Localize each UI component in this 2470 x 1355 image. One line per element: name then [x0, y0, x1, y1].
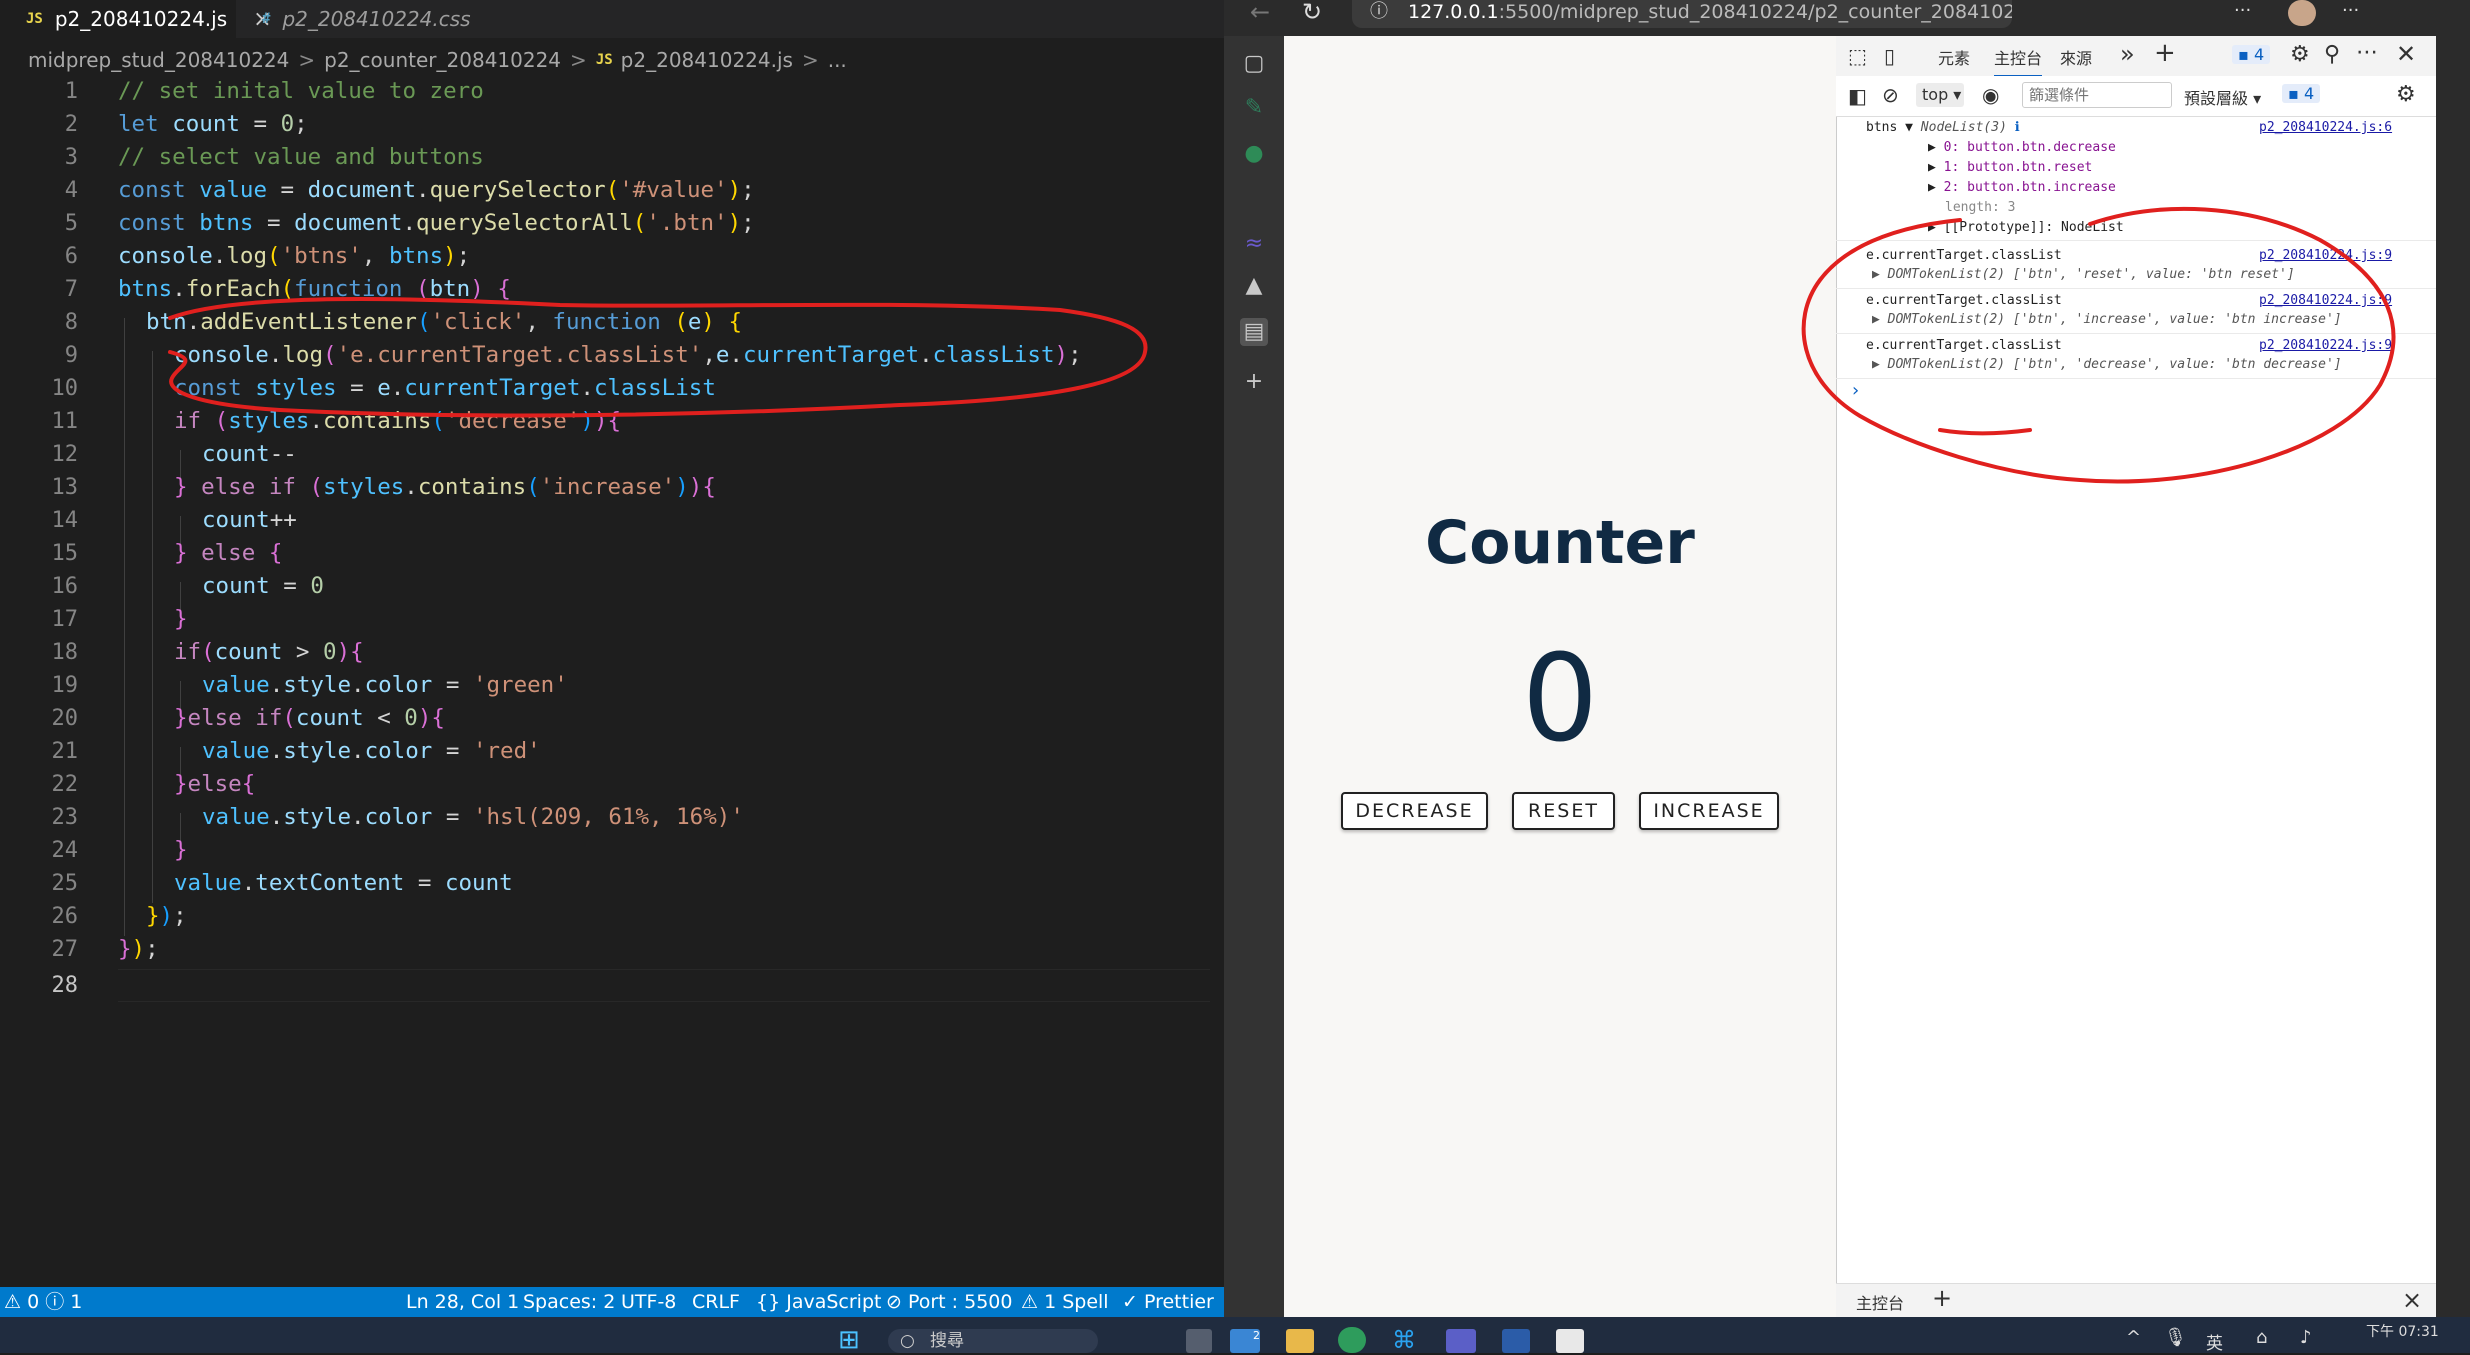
clear-console-icon[interactable]: ⊘ — [1882, 83, 1899, 107]
prettier-status[interactable]: ✓ Prettier — [1122, 1287, 1214, 1317]
status-bar: ⚠ 0 ⓘ 1 Ln 28, Col 1 Spaces: 2 UTF-8 CRL… — [0, 1287, 1224, 1317]
clock[interactable]: 下午 07:31 — [2366, 1321, 2439, 1341]
info-icon: ℹ — [2014, 120, 2020, 135]
indentation-setting[interactable]: Spaces: 2 — [523, 1287, 615, 1317]
nodelist-item[interactable]: ▶ 1: button.btn.reset — [1928, 160, 2092, 175]
avatar[interactable] — [2288, 0, 2316, 26]
extension-icon[interactable]: ✎ — [1240, 94, 1268, 122]
tab-console[interactable]: 主控台 — [1994, 45, 2043, 77]
close-icon[interactable]: ✕ — [2396, 40, 2416, 68]
item-index: 0: — [1943, 140, 1960, 155]
search-icon: ○ — [900, 1331, 915, 1351]
console-toolbar: ◧ ⊘ top ▾ ◉ 預設層級 ▾ ▪ 4 ⚙ — [1836, 76, 2436, 117]
item-index: 1: — [1943, 160, 1960, 175]
devtools-tab-bar: ⬚ ▯ 元素 主控台 來源 » + ▪ 4 ⚙ ⚲ ⋯ ✕ — [1836, 36, 2436, 77]
devtools-drawer-bar: 主控台 + × — [1836, 1283, 2436, 1320]
problems-indicator[interactable]: ⚠ 0 ⓘ 1 — [4, 1287, 82, 1317]
issues-badge[interactable]: ▪ 4 — [2232, 45, 2271, 64]
increase-button[interactable]: INCREASE — [1639, 792, 1779, 830]
tab-actions-icon[interactable]: ▢ — [1240, 50, 1268, 78]
page-title: Counter — [1425, 508, 1695, 578]
ime-indicator[interactable]: 英 — [2206, 1329, 2223, 1354]
spell-check-status[interactable]: ⚠ 1 Spell — [1021, 1287, 1109, 1317]
log-type: NodeList(3) — [1920, 120, 2007, 135]
windows-taskbar: ⊞ ○ 搜尋 2 ⌘ ^ 🎙 英 ⌂ ♪ 下午 07:31 — [0, 1317, 2470, 1354]
url-host: 127.0.0.1 — [1408, 1, 1499, 23]
app-icon[interactable] — [1186, 1329, 1212, 1353]
inspect-icon[interactable]: ⬚ — [1848, 44, 1867, 68]
edge-browser-icon[interactable] — [1338, 1327, 1366, 1353]
gear-icon[interactable]: ⚙ — [2396, 82, 2416, 107]
expand-icon[interactable]: ▼ — [1905, 120, 1913, 135]
extension-icon[interactable]: ≈ — [1240, 230, 1268, 258]
add-tab-icon[interactable]: + — [2154, 38, 2176, 68]
encoding-setting[interactable]: UTF-8 — [621, 1287, 676, 1317]
taskbar-search[interactable]: ○ 搜尋 — [888, 1329, 1098, 1353]
url-path: :5500/midprep_stud_208410224/p2_counter_… — [1498, 1, 2012, 23]
issues-count: 4 — [2303, 84, 2315, 103]
more-tabs-icon[interactable]: » — [2120, 40, 2135, 68]
log-levels-dropdown[interactable]: 預設層級 ▾ — [2184, 85, 2261, 109]
eye-icon[interactable]: ◉ — [1982, 83, 1999, 107]
issues-count: 4 — [2253, 45, 2265, 64]
folder-icon[interactable] — [1286, 1329, 1314, 1353]
word-icon[interactable] — [1502, 1329, 1530, 1353]
drawer-tab-console[interactable]: 主控台 — [1856, 1290, 1905, 1320]
annotation-ellipse-console — [1801, 206, 2396, 484]
log-label: btns — [1866, 120, 1898, 135]
share-icon[interactable]: ⚲ — [2324, 42, 2340, 67]
back-icon[interactable]: ← — [1250, 0, 1270, 26]
extension-icon[interactable]: ▲ — [1240, 272, 1268, 300]
site-info-icon[interactable]: ⓘ — [1370, 0, 1388, 24]
console-log-entry[interactable]: btns ▼ NodeList(3) ℹ — [1866, 120, 2020, 135]
tray-chevron-icon[interactable]: ^ — [2126, 1327, 2141, 1348]
mail-badge: 2 — [1253, 1329, 1260, 1342]
address-bar[interactable]: ⓘ 127.0.0.1:5500/midprep_stud_208410224/… — [1352, 0, 2012, 28]
sidebar-toggle-icon[interactable]: ◧ — [1848, 84, 1867, 108]
annotation-ellipse-code — [168, 296, 1148, 418]
network-icon[interactable]: ⌂ — [2256, 1327, 2267, 1348]
tab-elements[interactable]: 元素 — [1938, 45, 1970, 69]
add-icon[interactable]: + — [1240, 368, 1268, 396]
more-menu-icon[interactable]: ··· — [2342, 0, 2359, 21]
add-icon[interactable]: + — [1932, 1284, 1952, 1312]
more-options-icon[interactable]: ⋯ — [2356, 40, 2378, 65]
source-link[interactable]: p2_208410224.js:6 — [2259, 120, 2392, 135]
mail-icon[interactable]: 2 — [1230, 1329, 1260, 1353]
filter-input[interactable] — [2022, 82, 2172, 108]
language-mode[interactable]: {} JavaScript — [756, 1287, 881, 1317]
reset-button[interactable]: RESET — [1512, 792, 1615, 830]
cursor-position[interactable]: Ln 28, Col 1 — [406, 1287, 519, 1317]
document-icon[interactable]: ▤ — [1240, 318, 1268, 346]
volume-icon[interactable]: ♪ — [2300, 1327, 2312, 1348]
nodelist-item[interactable]: ▶ 0: button.btn.decrease — [1928, 140, 2116, 155]
more-options-icon[interactable]: ··· — [2234, 0, 2251, 21]
item-value: button.btn.reset — [1967, 160, 2093, 175]
app-icon[interactable] — [1556, 1329, 1584, 1353]
log-levels-label: 預設層級 — [2184, 89, 2249, 108]
eol-setting[interactable]: CRLF — [692, 1287, 740, 1317]
counter-value: 0 — [1521, 630, 1599, 769]
decrease-button[interactable]: DECREASE — [1341, 792, 1488, 830]
item-value: button.btn.decrease — [1967, 140, 2116, 155]
gear-icon[interactable]: ⚙ — [2290, 42, 2310, 67]
browser-right-strip — [2436, 36, 2470, 1317]
issues-badge[interactable]: ▪ 4 — [2282, 84, 2321, 103]
context-selector[interactable]: top ▾ — [1916, 83, 1964, 107]
start-icon[interactable]: ⊞ — [838, 1327, 866, 1353]
teams-icon[interactable] — [1446, 1329, 1476, 1353]
extension-icon[interactable]: ● — [1240, 140, 1268, 168]
browser-sidebar — [1224, 36, 1284, 1317]
tab-sources[interactable]: 來源 — [2060, 45, 2092, 69]
search-label: 搜尋 — [930, 1331, 964, 1351]
device-toolbar-icon[interactable]: ▯ — [1884, 44, 1895, 68]
vscode-icon[interactable]: ⌘ — [1392, 1327, 1420, 1353]
close-icon[interactable]: × — [2402, 1286, 2422, 1314]
mic-muted-icon[interactable]: 🎙 — [2164, 1327, 2187, 1348]
context-label: top — [1922, 85, 1949, 104]
refresh-icon[interactable]: ↻ — [1302, 0, 1322, 26]
live-server-port[interactable]: ⊘ Port : 5500 — [886, 1287, 1012, 1317]
